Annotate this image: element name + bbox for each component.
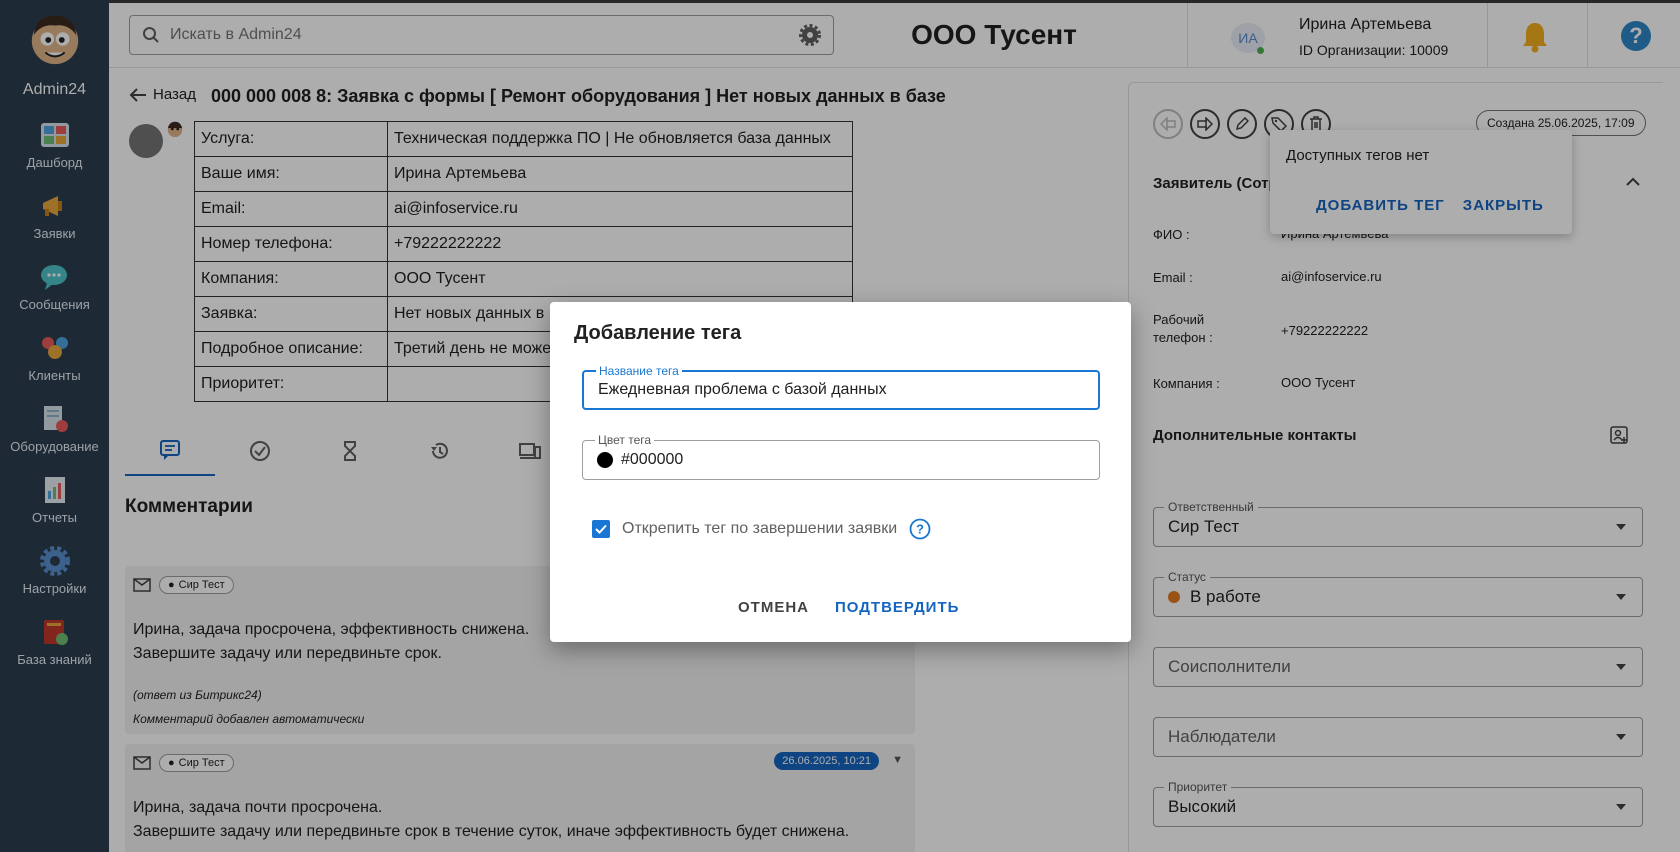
cancel-button[interactable]: ОТМЕНА [738,599,809,616]
unpin-option: Открепить тег по завершении заявки ? [592,518,931,540]
dialog-title: Добавление тега [574,322,742,344]
checkbox-label: Открепить тег по завершении заявки [622,520,898,537]
tag-name-input[interactable] [598,381,1084,399]
add-tag-dialog: Добавление тега Название тега Цвет тега … [550,302,1131,642]
confirm-button[interactable]: ПОДТВЕРДИТЬ [835,599,959,616]
checkmark-icon [595,524,607,534]
tag-color-field[interactable]: Цвет тега #000000 [582,433,1100,480]
tag-color-value: #000000 [621,451,684,468]
svg-text:?: ? [916,522,924,537]
field-label: Цвет тега [595,433,655,447]
dialog-actions: ОТМЕНА ПОДТВЕРДИТЬ [738,599,959,616]
field-label: Название тега [596,364,682,378]
help-circle-icon[interactable]: ? [909,518,931,540]
tag-name-field[interactable]: Название тега [582,364,1100,410]
unpin-checkbox[interactable] [592,520,610,538]
color-swatch[interactable] [597,452,613,468]
